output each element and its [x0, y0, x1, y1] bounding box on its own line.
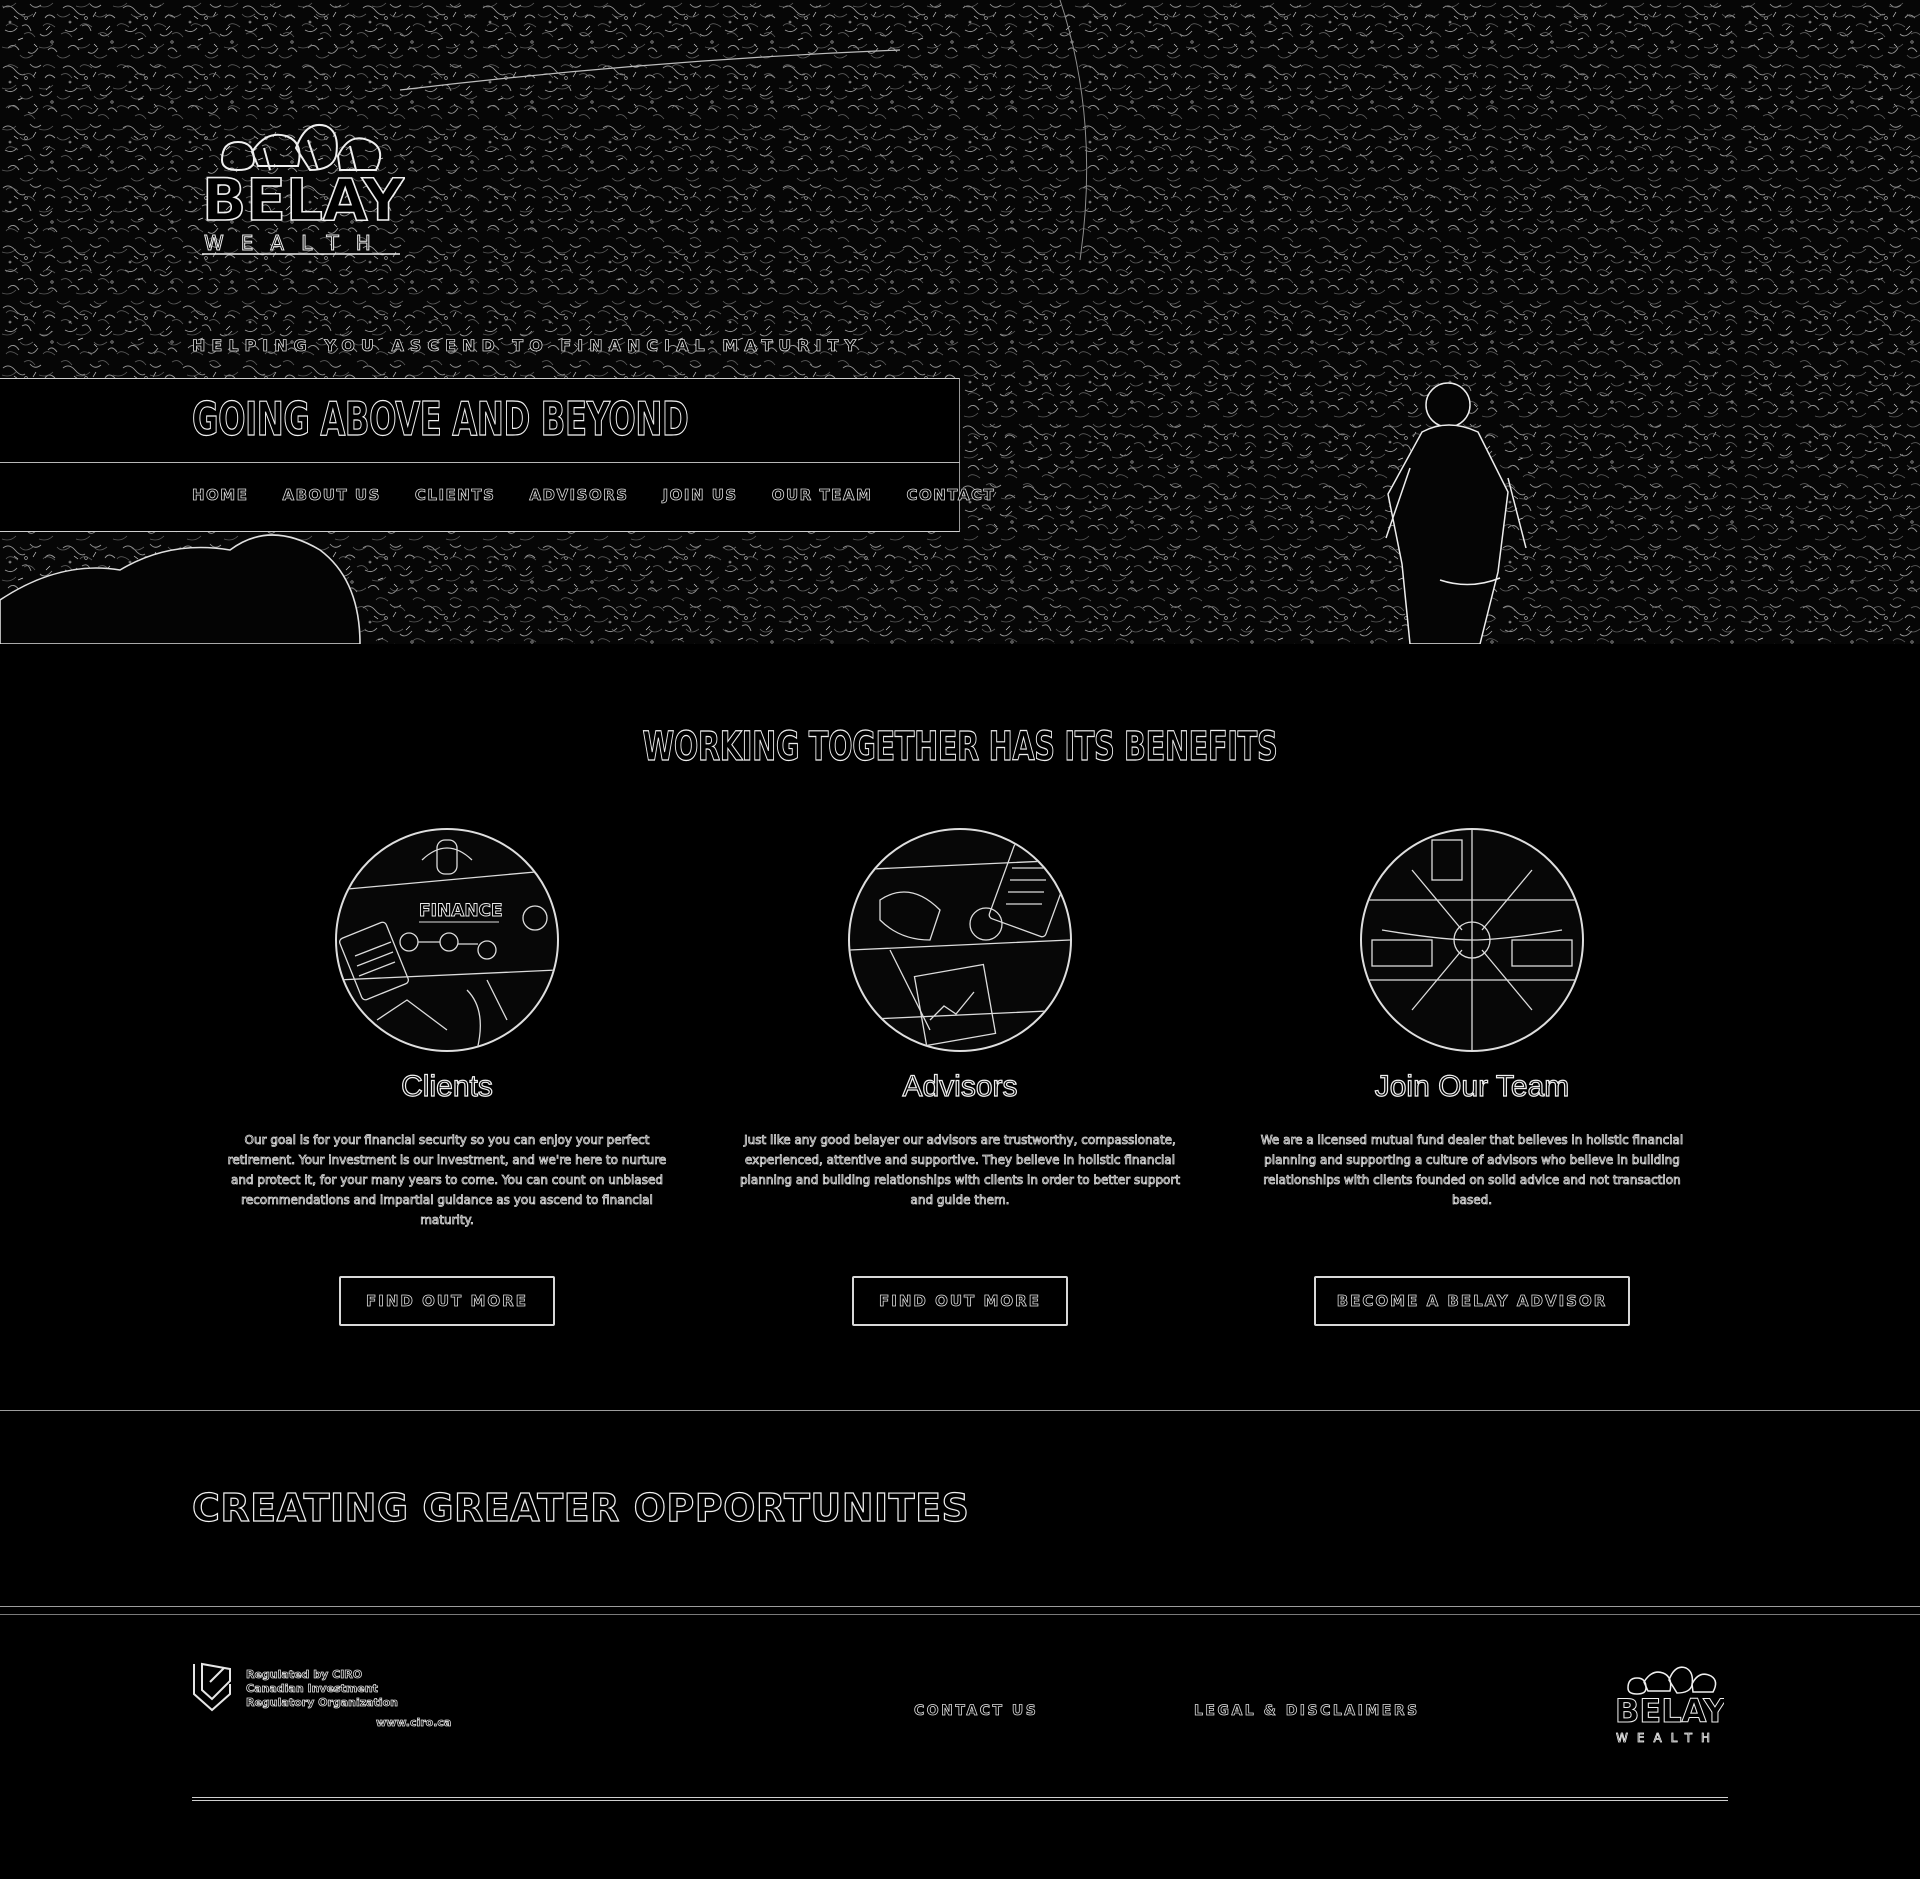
- footer-logo-subname: WEALTH: [1616, 1731, 1719, 1745]
- nav-advisors[interactable]: ADVISORS: [529, 486, 628, 505]
- ciro-badge[interactable]: Regulated by CIRO Canadian Investment Re…: [192, 1662, 462, 1732]
- logo-wordmark: BELAY: [202, 166, 405, 234]
- finance-label: FINANCE: [419, 901, 503, 921]
- benefits-title-text: WORKING TOGETHER HAS ITS BENEFITS: [642, 723, 1278, 770]
- nav-contact[interactable]: CONTACT: [906, 486, 995, 505]
- footer-belay-wealth-logo: BELAY WEALTH: [1615, 1666, 1724, 1745]
- section-divider: [0, 1410, 1920, 1411]
- advisors-text: Just like any good belayer our advisors …: [739, 1133, 1181, 1208]
- ciro-text: Regulated by CIRO Canadian Investment Re…: [246, 1668, 399, 1710]
- card-join-our-team: Join Our Team We are a licensed mutual f…: [1242, 828, 1702, 1326]
- team-text: We are a licensed mutual fund dealer tha…: [1260, 1133, 1684, 1208]
- advisors-desk-illustration: [850, 842, 1070, 1047]
- belay-wealth-logo: BELAY WEALTH: [201, 124, 405, 256]
- footer-legal-link[interactable]: LEGAL & DISCLAIMERS: [1194, 1703, 1420, 1720]
- hero-title: GOING ABOVE AND BEYOND: [192, 391, 690, 446]
- nav-clients[interactable]: CLIENTS: [415, 486, 495, 505]
- benefits-title: WORKING TOGETHER HAS ITS BENEFITS: [0, 723, 1920, 770]
- ciro-line-2: Canadian Investment: [246, 1682, 379, 1696]
- clients-heading: Clients: [401, 1069, 494, 1103]
- opportunities-title: CREATING GREATER OPPORTUNITES: [191, 1485, 970, 1530]
- finance-desk-illustration: FINANCE: [337, 839, 557, 1050]
- main-nav: HOME ABOUT US CLIENTS ADVISORS JOIN US O…: [192, 486, 995, 505]
- clients-find-out-more-button[interactable]: FIND OUT MORE: [339, 1276, 555, 1326]
- team-image: [1360, 828, 1584, 1052]
- clients-image: FINANCE: [335, 828, 559, 1052]
- footer-divider-bottom: [0, 1614, 1920, 1615]
- footer-logo-wordmark: BELAY: [1615, 1692, 1724, 1730]
- nav-our-team[interactable]: OUR TEAM: [771, 486, 873, 505]
- become-advisor-button[interactable]: BECOME A BELAY ADVISOR: [1314, 1276, 1630, 1326]
- hero-tagline: HELPING YOU ASCEND TO FINANCIAL MATURITY: [192, 336, 863, 356]
- nav-join-us[interactable]: JOIN US: [662, 486, 738, 505]
- team-hands-illustration: [1362, 830, 1582, 1050]
- ciro-line-1: Regulated by CIRO: [246, 1668, 363, 1682]
- advisors-find-out-more-button[interactable]: FIND OUT MORE: [852, 1276, 1068, 1326]
- advisors-image: [848, 828, 1072, 1052]
- footer-bottom-rule: [192, 1797, 1728, 1801]
- nav-about-us[interactable]: ABOUT US: [282, 486, 380, 505]
- ciro-url[interactable]: www.ciro.ca: [376, 1716, 452, 1730]
- card-advisors: Advisors Just like any good belayer our …: [730, 828, 1190, 1326]
- logo-subname: WEALTH: [204, 231, 388, 255]
- ciro-line-3: Regulatory Organization: [246, 1696, 399, 1710]
- clients-text: Our goal is for your financial security …: [227, 1133, 667, 1228]
- hero-section: BELAY WEALTH HELPING YOU ASCEND TO FINAN…: [0, 0, 1920, 644]
- card-clients: FINANCE Clients Our goal is for your fin…: [217, 828, 677, 1326]
- nav-home[interactable]: HOME: [192, 486, 248, 505]
- footer-contact-us-link[interactable]: CONTACT US: [914, 1703, 1038, 1720]
- banner-divider: [0, 462, 960, 463]
- hero-background-image: [0, 0, 1920, 644]
- footer-divider-top: [0, 1606, 1920, 1607]
- ciro-shield-icon: [193, 1662, 231, 1712]
- team-heading: Join Our Team: [1374, 1069, 1570, 1103]
- advisors-heading: Advisors: [902, 1069, 1018, 1103]
